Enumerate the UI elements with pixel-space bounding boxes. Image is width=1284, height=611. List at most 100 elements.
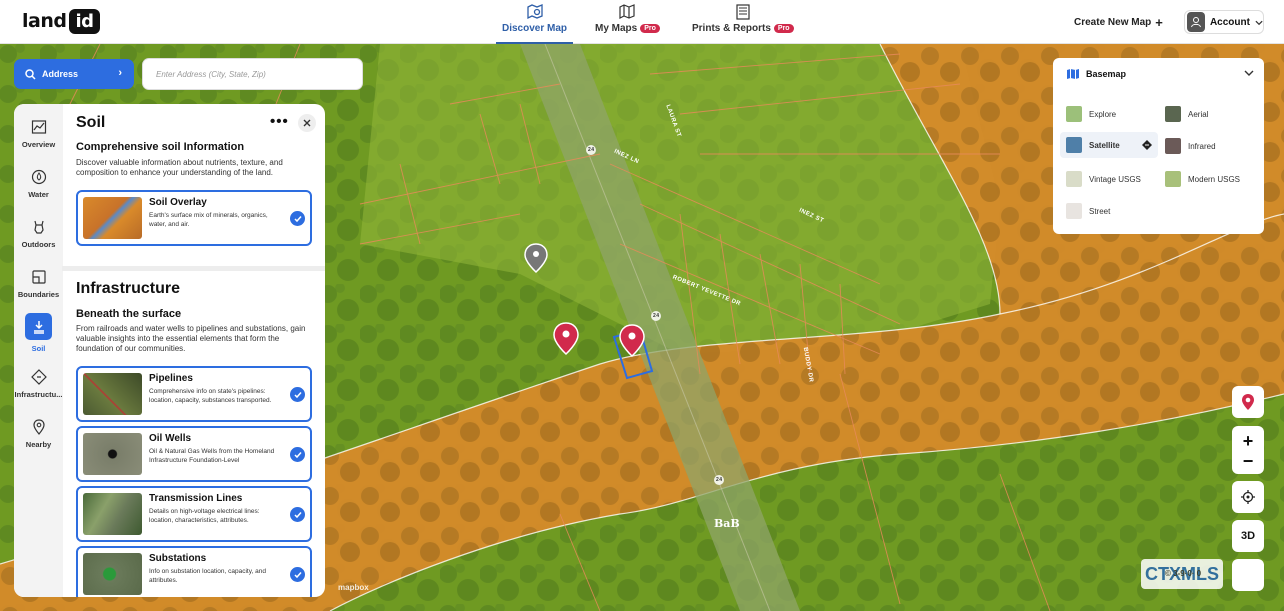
sidebar-item-overview[interactable]: Overview xyxy=(14,118,63,149)
checkmark-icon[interactable] xyxy=(290,211,305,226)
road-shield-label: 24 xyxy=(653,313,660,319)
soil-section-description: Discover valuable information about nutr… xyxy=(76,158,283,177)
checkmark-icon[interactable] xyxy=(290,447,305,462)
explore-thumbnail xyxy=(1066,106,1082,122)
soil-section-heading: Comprehensive soil Information xyxy=(76,141,245,153)
panel-title: Soil xyxy=(76,114,106,131)
chart-icon xyxy=(30,118,48,136)
sidebar-item-water[interactable]: Water xyxy=(14,168,63,199)
layer-card-soil-overlay[interactable]: Soil Overlay Earth's surface mix of mine… xyxy=(76,190,312,246)
create-new-map-button[interactable]: Create New Map + xyxy=(1074,15,1163,30)
sidebar-item-label: Infrastructu... xyxy=(14,390,63,399)
infrastructure-title: Infrastructure xyxy=(76,280,181,297)
address-search-mode-button[interactable]: Address › xyxy=(14,59,134,89)
3d-toggle-button[interactable]: 3D xyxy=(1232,520,1264,552)
boundaries-icon xyxy=(30,268,48,286)
address-button-label: Address xyxy=(42,69,79,79)
soil-overlay-thumbnail xyxy=(83,197,142,239)
tab-discover-map[interactable]: Discover Map xyxy=(495,4,574,44)
infrastructure-icon xyxy=(30,368,48,386)
basemap-panel: Basemap Explore Aerial Satellite Infrare… xyxy=(1053,58,1264,234)
road-shield-label: 24 xyxy=(716,477,723,483)
basemap-option-label: Vintage USGS xyxy=(1089,174,1141,184)
card-title: Oil Wells xyxy=(149,433,192,444)
street-thumbnail xyxy=(1066,203,1082,219)
zoom-out-button[interactable]: − xyxy=(1243,452,1254,470)
modern-usgs-thumbnail xyxy=(1165,171,1181,187)
basemap-option-explore[interactable]: Explore xyxy=(1060,101,1156,127)
sidebar-item-label: Overview xyxy=(21,140,56,149)
substations-thumbnail xyxy=(83,553,142,595)
location-pin-icon xyxy=(1242,394,1254,410)
oil-wells-thumbnail xyxy=(83,433,142,475)
user-avatar-icon xyxy=(1187,12,1205,32)
layers-panel: Overview Water Outdoors Boundaries Soil … xyxy=(14,104,325,597)
basemap-option-label: Aerial xyxy=(1188,109,1209,119)
zoom-in-button[interactable]: + xyxy=(1243,432,1254,450)
pin-icon xyxy=(30,418,48,436)
tab-label: My Maps xyxy=(595,23,638,34)
wildlife-icon xyxy=(30,218,48,236)
infrared-thumbnail xyxy=(1165,138,1181,154)
tab-my-maps[interactable]: My Maps Pro xyxy=(595,4,660,44)
basemap-option-label: Satellite xyxy=(1089,140,1120,150)
checkmark-icon[interactable] xyxy=(290,387,305,402)
card-description: Earth's surface mix of minerals, organic… xyxy=(149,212,268,228)
layer-category-rail: Overview Water Outdoors Boundaries Soil … xyxy=(14,104,63,597)
sidebar-item-label: Outdoors xyxy=(21,240,56,249)
layer-card-substations[interactable]: Substations Info on substation location,… xyxy=(76,546,312,597)
satellite-thumbnail xyxy=(1066,137,1082,153)
section-divider xyxy=(62,266,325,271)
vintage-usgs-thumbnail xyxy=(1066,171,1082,187)
account-menu-button[interactable]: Account xyxy=(1184,10,1264,34)
logo-badge: id xyxy=(69,8,100,34)
checkmark-icon[interactable] xyxy=(290,567,305,582)
checkmark-icon[interactable] xyxy=(290,507,305,522)
soil-icon xyxy=(25,313,52,340)
chevron-down-icon[interactable] xyxy=(1244,68,1254,78)
layer-card-oil-wells[interactable]: Oil Wells Oil & Natural Gas Wells from t… xyxy=(76,426,312,482)
pro-badge: Pro xyxy=(773,24,794,33)
sidebar-item-soil[interactable]: Soil xyxy=(14,313,63,353)
soil-unit-label: BaB xyxy=(714,517,740,530)
basemap-option-vintage-usgs[interactable]: Vintage USGS xyxy=(1060,166,1156,192)
card-title: Transmission Lines xyxy=(149,493,243,504)
search-icon xyxy=(25,68,36,80)
tab-label: Discover Map xyxy=(502,23,568,34)
crosshair-icon xyxy=(1241,490,1255,504)
address-search-input[interactable]: Enter Address (City, State, Zip) xyxy=(142,58,363,90)
pro-badge: Pro xyxy=(640,24,660,33)
water-icon xyxy=(30,168,48,186)
basemap-option-satellite[interactable]: Satellite xyxy=(1060,132,1158,158)
more-options-icon[interactable]: ••• xyxy=(270,113,289,130)
basemap-option-modern-usgs[interactable]: Modern USGS xyxy=(1159,166,1257,192)
card-description: Oil & Natural Gas Wells from the Homelan… xyxy=(149,448,275,464)
basemap-option-label: Street xyxy=(1089,206,1111,216)
card-title: Substations xyxy=(149,553,207,564)
pipelines-thumbnail xyxy=(83,373,142,415)
basemap-option-aerial[interactable]: Aerial xyxy=(1159,101,1257,127)
top-navigation-bar: land id Discover Map My Maps Pro Prints & … xyxy=(0,0,1284,44)
basemap-option-label: Modern USGS xyxy=(1188,174,1241,184)
logo-text: land xyxy=(22,10,67,32)
locate-me-button[interactable] xyxy=(1232,481,1264,513)
basemap-option-street[interactable]: Street xyxy=(1060,198,1156,224)
sidebar-item-nearby[interactable]: Nearby xyxy=(14,418,63,449)
tab-prints-reports[interactable]: Prints & Reports Pro xyxy=(692,4,794,44)
layer-card-pipelines[interactable]: Pipelines Comprehensive info on state's … xyxy=(76,366,312,422)
basemap-option-infrared[interactable]: Infrared xyxy=(1159,133,1257,159)
sidebar-item-boundaries[interactable]: Boundaries xyxy=(14,268,63,299)
mapbox-attribution[interactable]: mapbox xyxy=(338,583,369,592)
extra-map-control[interactable] xyxy=(1232,559,1264,591)
layer-card-transmission-lines[interactable]: Transmission Lines Details on high-volta… xyxy=(76,486,312,542)
basemap-icon xyxy=(1067,69,1079,79)
basemap-header[interactable]: Basemap xyxy=(1066,68,1126,80)
sidebar-item-label: Nearby xyxy=(25,440,52,449)
aerial-thumbnail xyxy=(1165,106,1181,122)
sidebar-item-outdoors[interactable]: Outdoors xyxy=(14,218,63,249)
panel-content[interactable]: Soil ••• Comprehensive soil Information … xyxy=(62,104,325,597)
drop-pin-button[interactable] xyxy=(1232,386,1264,418)
close-panel-button[interactable] xyxy=(298,114,316,132)
landid-logo[interactable]: land id xyxy=(22,7,100,35)
sidebar-item-infrastructure[interactable]: Infrastructu... xyxy=(14,368,63,399)
